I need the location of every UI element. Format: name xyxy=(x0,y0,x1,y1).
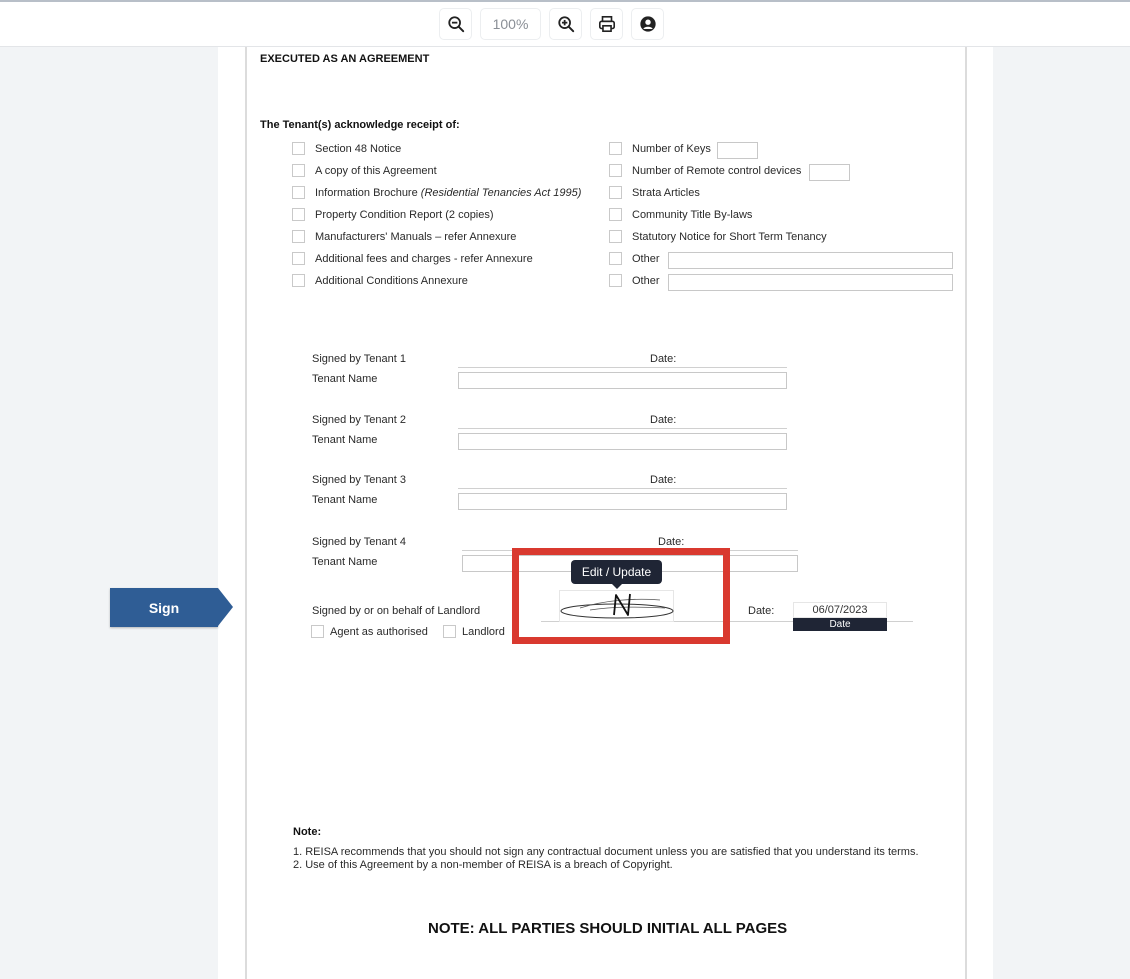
label-keys: Number of Keys xyxy=(632,143,711,155)
edit-update-tooltip[interactable]: Edit / Update xyxy=(571,560,662,589)
keys-count-input[interactable] xyxy=(717,142,758,159)
note-2: 2. Use of this Agreement by a non-member… xyxy=(293,859,673,871)
tenant-1-signed-label: Signed by Tenant 1 xyxy=(312,353,406,365)
checkbox-agent-authorised[interactable] xyxy=(311,625,324,638)
checkbox-manuals[interactable] xyxy=(292,230,305,243)
checkbox-condition-report[interactable] xyxy=(292,208,305,221)
tenant-3-signed-label: Signed by Tenant 3 xyxy=(312,474,406,486)
label-community-title: Community Title By-laws xyxy=(632,209,753,221)
checkbox-remotes[interactable] xyxy=(609,164,622,177)
account-button[interactable] xyxy=(631,8,664,40)
tenant-2-name-label: Tenant Name xyxy=(312,434,378,446)
remotes-count-input[interactable] xyxy=(809,164,850,181)
tenant-3-signature-line xyxy=(458,488,787,489)
tenant-3-name-input[interactable] xyxy=(458,493,787,510)
zoom-out-button[interactable] xyxy=(439,8,472,40)
viewer-toolbar: 100% xyxy=(0,0,1130,47)
label-info-brochure-act: (Residential Tenancies Act 1995) xyxy=(420,187,582,199)
tenant-4-name-label: Tenant Name xyxy=(312,556,378,568)
tenant-4-date-label: Date: xyxy=(658,536,685,548)
checkbox-statutory-notice[interactable] xyxy=(609,230,622,243)
label-statutory-notice: Statutory Notice for Short Term Tenancy xyxy=(632,231,827,243)
landlord-signed-label: Signed by or on behalf of Landlord xyxy=(312,605,481,617)
zoom-out-icon xyxy=(447,16,464,33)
print-icon xyxy=(598,15,615,33)
user-icon xyxy=(639,16,656,32)
checkbox-other-1[interactable] xyxy=(609,252,622,265)
label-info-brochure-text: Information Brochure xyxy=(315,187,421,199)
landlord-date-field[interactable]: 06/07/2023 xyxy=(793,602,887,618)
section-heading: EXECUTED AS AN AGREEMENT xyxy=(260,53,430,65)
label-landlord: Landlord xyxy=(462,626,505,638)
label-manuals: Manufacturers' Manuals – refer Annexure xyxy=(315,231,517,243)
label-other-1: Other xyxy=(632,253,660,265)
print-button[interactable] xyxy=(590,8,623,40)
note-1: 1. REISA recommends that you should not … xyxy=(293,846,919,858)
checkbox-keys[interactable] xyxy=(609,142,622,155)
checkbox-info-brochure[interactable] xyxy=(292,186,305,199)
tenant-2-name-input[interactable] xyxy=(458,433,787,450)
other-2-input[interactable] xyxy=(668,274,953,291)
label-agent-authorised: Agent as authorised xyxy=(330,626,428,638)
tenant-1-date-label: Date: xyxy=(650,353,677,365)
checkbox-section-48[interactable] xyxy=(292,142,305,155)
label-additional-fees: Additional fees and charges - refer Anne… xyxy=(315,253,533,265)
tenant-1-signature-line xyxy=(458,367,787,368)
tenant-2-signed-label: Signed by Tenant 2 xyxy=(312,414,406,426)
checkbox-additional-fees[interactable] xyxy=(292,252,305,265)
note-title: Note: xyxy=(293,826,322,838)
label-copy-agreement: A copy of this Agreement xyxy=(315,165,437,177)
checkbox-additional-conditions[interactable] xyxy=(292,274,305,287)
label-condition-report: Property Condition Report (2 copies) xyxy=(315,209,494,221)
label-additional-conditions: Additional Conditions Annexure xyxy=(315,275,468,287)
acknowledge-title: The Tenant(s) acknowledge receipt of: xyxy=(260,119,460,131)
tenant-2-date-label: Date: xyxy=(650,414,677,426)
tenant-4-signed-label: Signed by Tenant 4 xyxy=(312,536,406,548)
sign-button[interactable]: Sign xyxy=(110,588,233,627)
label-section-48: Section 48 Notice xyxy=(315,143,402,155)
tenant-3-date-label: Date: xyxy=(650,474,677,486)
tenant-1-name-label: Tenant Name xyxy=(312,373,378,385)
label-remotes: Number of Remote control devices xyxy=(632,165,802,177)
zoom-in-icon xyxy=(557,16,574,33)
tenant-3-name-label: Tenant Name xyxy=(312,494,378,506)
initial-all-pages-note: NOTE: ALL PARTIES SHOULD INITIAL ALL PAG… xyxy=(428,920,788,937)
tenant-2-signature-line xyxy=(458,428,787,429)
zoom-level: 100% xyxy=(480,8,541,40)
landlord-date-label: Date: xyxy=(748,605,775,617)
label-other-2: Other xyxy=(632,275,660,287)
checkbox-landlord[interactable] xyxy=(443,625,456,638)
other-1-input[interactable] xyxy=(668,252,953,269)
checkbox-strata[interactable] xyxy=(609,186,622,199)
label-info-brochure: Information Brochure (Residential Tenanc… xyxy=(315,187,581,199)
tenant-1-name-input[interactable] xyxy=(458,372,787,389)
label-strata: Strata Articles xyxy=(632,187,700,199)
date-caption: Date xyxy=(793,618,887,631)
checkbox-copy-agreement[interactable] xyxy=(292,164,305,177)
checkbox-other-2[interactable] xyxy=(609,274,622,287)
checkbox-community-title[interactable] xyxy=(609,208,622,221)
zoom-in-button[interactable] xyxy=(549,8,582,40)
